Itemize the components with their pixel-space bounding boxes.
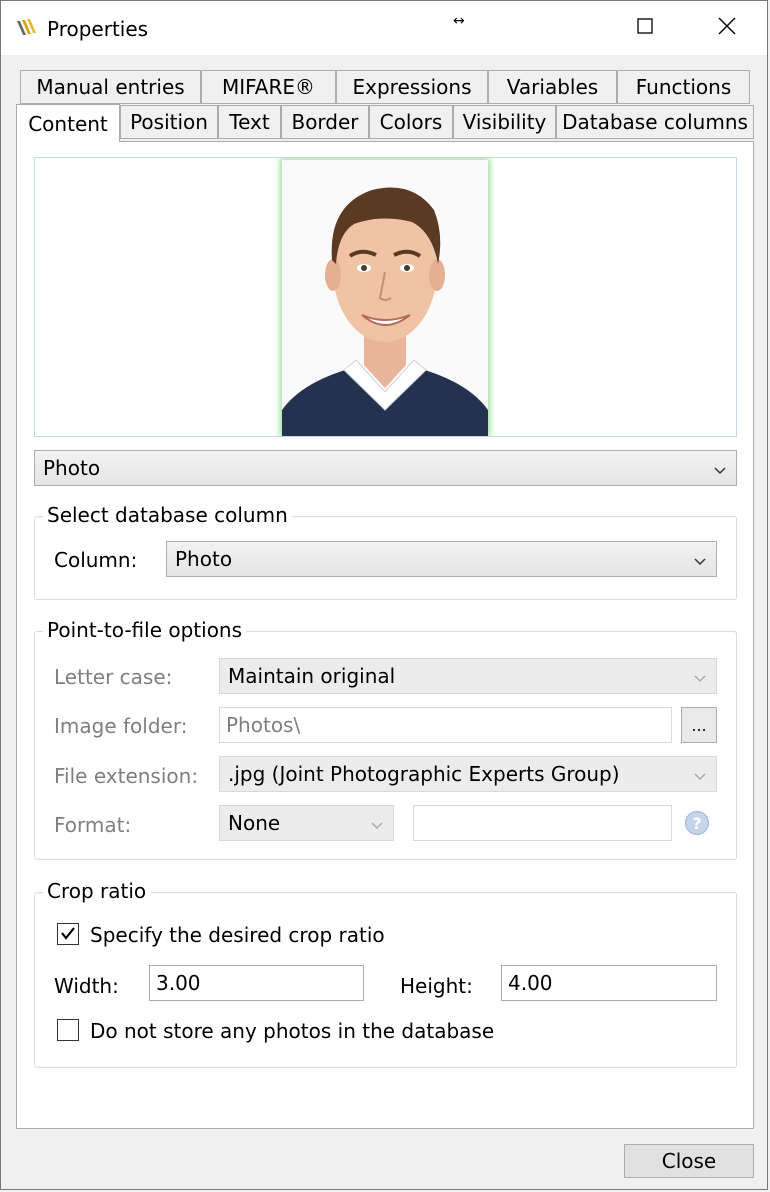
tab-functions[interactable]: Functions	[617, 70, 750, 104]
format-label: Format:	[54, 813, 132, 837]
chevron-down-icon	[694, 547, 706, 571]
window-title: Properties	[47, 17, 149, 41]
column-select-value: Photo	[175, 547, 233, 571]
database-column-group-title: Select database column	[43, 503, 292, 527]
window-close-button[interactable]	[687, 1, 767, 55]
resize-cursor-icon: ↔	[453, 13, 465, 29]
file-extension-label: File extension:	[54, 764, 199, 788]
tab-database-columns[interactable]: Database columns	[556, 105, 754, 139]
tab-content[interactable]: Content	[16, 104, 120, 142]
tab-mifare[interactable]: MIFARE®	[201, 70, 336, 104]
chevron-down-icon	[694, 664, 706, 688]
database-column-group: Select database column Column: Photo	[34, 503, 737, 600]
specify-crop-ratio-label[interactable]: Specify the desired crop ratio	[90, 923, 385, 947]
browse-folder-button[interactable]: ...	[681, 707, 717, 743]
checkmark-icon	[60, 925, 76, 944]
format-text-input[interactable]	[413, 805, 672, 841]
file-extension-value: .jpg (Joint Photographic Experts Group)	[228, 762, 620, 786]
content-panel: Photo Select database column Column: Pho…	[16, 141, 754, 1129]
chevron-down-icon	[694, 762, 706, 786]
no-store-photos-label[interactable]: Do not store any photos in the database	[90, 1019, 494, 1043]
chevron-down-icon	[714, 456, 726, 480]
letter-case-select[interactable]: Maintain original	[219, 658, 717, 694]
image-folder-input[interactable]: Photos\	[219, 707, 672, 743]
tab-strip: Manual entries MIFARE® Expressions Varia…	[16, 69, 754, 143]
tab-position[interactable]: Position	[120, 105, 218, 139]
maximize-icon	[637, 18, 653, 38]
point-to-file-group-title: Point-to-file options	[43, 618, 247, 642]
tab-manual-entries[interactable]: Manual entries	[20, 70, 201, 104]
tab-visibility[interactable]: Visibility	[453, 105, 556, 139]
help-icon[interactable]: ?	[685, 811, 709, 835]
tab-expressions[interactable]: Expressions	[336, 70, 488, 104]
properties-window: Properties ↔ Manual entries MIFARE® Expr…	[0, 0, 768, 1190]
chevron-down-icon	[371, 811, 383, 835]
image-folder-label: Image folder:	[54, 714, 188, 738]
file-extension-select[interactable]: .jpg (Joint Photographic Experts Group)	[219, 756, 717, 792]
crop-ratio-group: Crop ratio Specify the desired crop rati…	[34, 879, 737, 1068]
column-label: Column:	[54, 548, 138, 572]
tab-border[interactable]: Border	[281, 105, 369, 139]
width-input[interactable]: 3.00	[149, 965, 364, 1001]
format-select[interactable]: None	[219, 805, 394, 841]
tab-variables[interactable]: Variables	[488, 70, 617, 104]
close-button[interactable]: Close	[624, 1144, 754, 1178]
crop-ratio-group-title: Crop ratio	[43, 879, 151, 903]
column-select[interactable]: Photo	[166, 541, 717, 577]
maximize-button[interactable]	[605, 1, 685, 55]
title-bar[interactable]: Properties ↔	[1, 1, 767, 55]
width-label: Width:	[54, 974, 119, 998]
close-icon	[718, 17, 736, 39]
height-input[interactable]: 4.00	[501, 965, 717, 1001]
tab-colors[interactable]: Colors	[369, 105, 453, 139]
content-source-select[interactable]: Photo	[34, 450, 737, 486]
point-to-file-group: Point-to-file options Letter case: Maint…	[34, 618, 737, 860]
letter-case-label: Letter case:	[54, 665, 173, 689]
portrait-photo	[282, 160, 488, 436]
letter-case-value: Maintain original	[228, 664, 396, 688]
specify-crop-ratio-checkbox[interactable]	[57, 923, 79, 945]
content-source-value: Photo	[43, 456, 101, 480]
format-value: None	[228, 811, 281, 835]
app-logo-icon	[15, 17, 41, 39]
height-label: Height:	[400, 974, 473, 998]
tab-text[interactable]: Text	[218, 105, 281, 139]
photo-preview	[34, 157, 737, 437]
no-store-photos-checkbox[interactable]	[57, 1019, 79, 1041]
